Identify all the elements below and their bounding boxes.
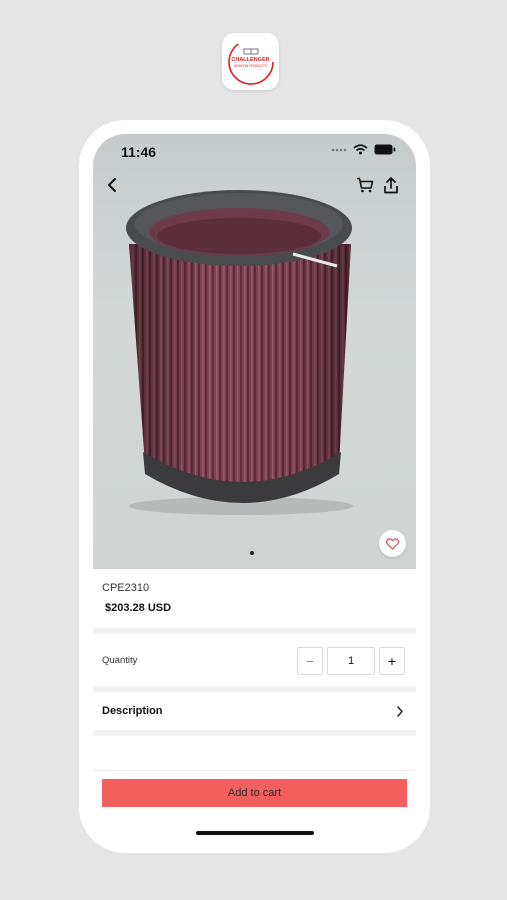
share-icon bbox=[384, 176, 398, 193]
image-pager-dot[interactable] bbox=[250, 551, 254, 555]
quantity-increment-button[interactable]: + bbox=[379, 647, 405, 675]
brand-line2: AVIATION PRODUCTS bbox=[233, 63, 268, 68]
product-sku: CPE2310 bbox=[102, 582, 150, 594]
battery-icon bbox=[374, 144, 396, 155]
chevron-right-icon bbox=[396, 705, 404, 723]
bottom-bar-divider bbox=[93, 770, 416, 771]
signal-icon bbox=[331, 148, 347, 151]
wifi-icon bbox=[353, 144, 368, 155]
share-button[interactable] bbox=[380, 174, 402, 196]
chevron-left-icon bbox=[108, 178, 116, 192]
add-to-cart-button[interactable]: Add to cart bbox=[102, 779, 407, 807]
quantity-input[interactable]: 1 bbox=[327, 647, 375, 675]
app-screen: 11:46 CPE2310 $203.28 USD Quantity − 1 +… bbox=[93, 134, 416, 839]
quantity-decrement-button[interactable]: − bbox=[297, 647, 323, 675]
section-divider bbox=[93, 730, 416, 736]
description-row[interactable]: Description bbox=[93, 696, 416, 728]
status-icons bbox=[331, 144, 396, 155]
product-price: $203.28 USD bbox=[105, 602, 172, 614]
section-divider bbox=[93, 686, 416, 692]
quantity-label: Quantity bbox=[102, 655, 138, 666]
product-image[interactable]: 11:46 bbox=[93, 134, 416, 569]
section-divider bbox=[93, 628, 416, 634]
back-button[interactable] bbox=[101, 174, 123, 196]
brand-line1: CHALLENGER bbox=[231, 57, 270, 63]
cart-icon bbox=[357, 177, 374, 193]
cart-button[interactable] bbox=[354, 174, 376, 196]
heart-icon bbox=[386, 537, 399, 550]
air-filter-image bbox=[126, 190, 353, 515]
description-label: Description bbox=[102, 705, 163, 717]
status-time: 11:46 bbox=[121, 144, 157, 160]
home-indicator bbox=[196, 831, 314, 835]
favorite-button[interactable] bbox=[379, 530, 406, 557]
app-icon: CHALLENGER AVIATION PRODUCTS bbox=[222, 33, 279, 90]
